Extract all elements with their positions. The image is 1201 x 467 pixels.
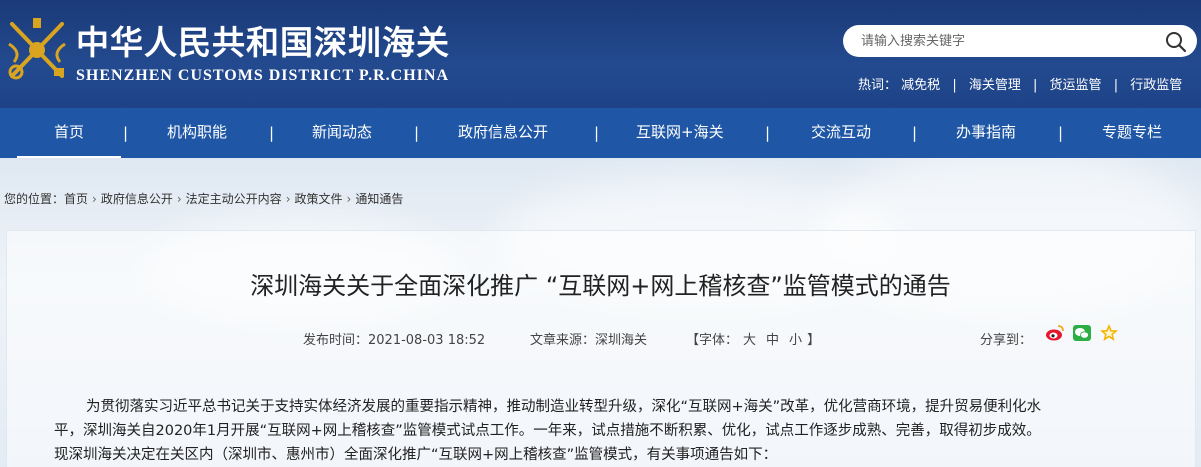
hot-keyword-link[interactable]: 货运监管 xyxy=(1050,74,1102,93)
paragraph-line: 现深圳海关决定在关区内（深圳市、惠州市）全面深化推广“互联网+网上稽核查”监管模… xyxy=(54,447,778,463)
nav-separator: | xyxy=(765,124,771,142)
hot-keyword-link[interactable]: 海关管理 xyxy=(969,74,1021,93)
search-box xyxy=(843,25,1197,57)
customs-emblem-icon xyxy=(8,18,66,80)
breadcrumb-link-notices[interactable]: 通知通告 xyxy=(355,192,403,206)
publish-time: 发布时间：2021-08-03 18:52 xyxy=(303,329,485,348)
hot-keyword-link[interactable]: 减免税 xyxy=(901,74,940,93)
nav-separator: | xyxy=(594,124,600,142)
breadcrumb-arrow: › xyxy=(176,192,182,206)
breadcrumb-label: 您的位置： xyxy=(4,192,65,206)
nav-separator: | xyxy=(1058,124,1064,142)
hot-keyword-link[interactable]: 行政监管 xyxy=(1130,74,1182,93)
article-source: 文章来源：深圳海关 xyxy=(530,329,647,348)
site-title-cn: 中华人民共和国深圳海关 xyxy=(76,23,450,62)
breadcrumb-link-gov-info[interactable]: 政府信息公开 xyxy=(101,192,173,206)
search-icon[interactable] xyxy=(1165,31,1187,53)
hot-keywords-label: 热词： xyxy=(858,78,898,93)
font-size-control: 【字体： 大中小】 xyxy=(686,329,820,348)
breadcrumb-link-home[interactable]: 首页 xyxy=(64,192,88,206)
nav-item-news[interactable]: 新闻动态 xyxy=(312,108,372,158)
nav-separator: | xyxy=(912,124,918,142)
hot-separator: | xyxy=(1113,78,1119,93)
font-size-small[interactable]: 小 xyxy=(789,333,802,348)
article-title: 深圳海关关于全面深化推广 “互联网+网上稽核查”监管模式的通告 xyxy=(250,272,951,300)
search-input[interactable] xyxy=(861,25,1151,57)
breadcrumb: 您的位置：首页 › 政府信息公开 › 法定主动公开内容 › 政策文件 › 通知通告 xyxy=(4,190,403,207)
share-label: 分享到： xyxy=(980,333,1033,348)
publish-label: 发布时间： xyxy=(303,333,369,348)
source-label: 文章来源： xyxy=(530,333,596,348)
wechat-icon[interactable] xyxy=(1072,323,1092,343)
source-value: 深圳海关 xyxy=(595,333,648,348)
nav-item-guide[interactable]: 办事指南 xyxy=(956,108,1016,158)
nav-item-gov-info[interactable]: 政府信息公开 xyxy=(458,108,548,158)
nav-separator: | xyxy=(123,124,129,142)
nav-separator: | xyxy=(414,124,420,142)
nav-separator: | xyxy=(269,124,275,142)
font-size-large[interactable]: 大 xyxy=(743,333,756,348)
font-close: 】 xyxy=(807,333,821,348)
nav-item-functions[interactable]: 机构职能 xyxy=(167,108,227,158)
breadcrumb-arrow: › xyxy=(285,192,291,206)
weibo-icon[interactable] xyxy=(1045,323,1065,343)
font-open: 【字体： xyxy=(686,333,739,348)
paragraph-line: 为贯彻落实习近平总书记关于支持实体经济发展的重要指示精神，推动制造业转型升级，深… xyxy=(86,399,1042,415)
hot-separator: | xyxy=(1033,78,1038,93)
favorite-star-icon[interactable] xyxy=(1099,323,1119,343)
site-header: 中华人民共和国深圳海关 SHENZHEN CUSTOMS DISTRICT P.… xyxy=(0,0,1201,108)
breadcrumb-link-statutory[interactable]: 法定主动公开内容 xyxy=(186,192,282,206)
nav-item-topics[interactable]: 专题专栏 xyxy=(1102,108,1162,158)
breadcrumb-arrow: › xyxy=(346,192,352,206)
hot-separator: | xyxy=(952,78,957,93)
font-size-medium[interactable]: 中 xyxy=(766,333,779,348)
paragraph-line: 平，深圳海关自2020年1月开展“互联网+网上稽核查”监管模式试点工作。一年来，… xyxy=(54,423,1041,439)
site-title-en: SHENZHEN CUSTOMS DISTRICT P.R.CHINA xyxy=(76,67,450,84)
nav-item-interaction[interactable]: 交流互动 xyxy=(811,108,871,158)
breadcrumb-arrow: › xyxy=(92,192,97,206)
publish-value: 2021-08-03 18:52 xyxy=(368,333,486,348)
nav-item-internet-customs[interactable]: 互联网+海关 xyxy=(636,108,724,158)
nav-item-home[interactable]: 首页 xyxy=(17,108,121,158)
main-nav: 首页 | 机构职能 | 新闻动态 | 政府信息公开 | 互联网+海关 | 交流互… xyxy=(0,108,1201,158)
hot-keywords: 热词： 减免税 | 海关管理 | 货运监管 | 行政监管 xyxy=(858,74,1182,93)
breadcrumb-link-policy[interactable]: 政策文件 xyxy=(295,192,343,206)
